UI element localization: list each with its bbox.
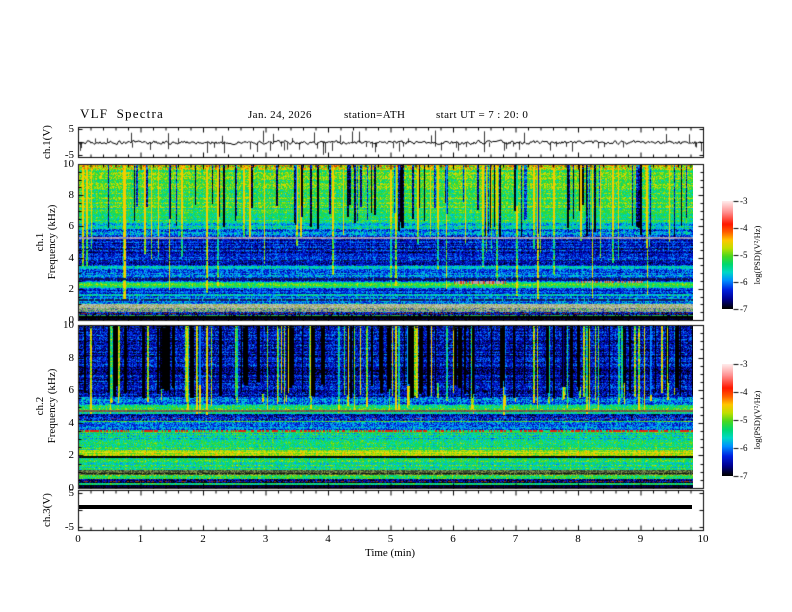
time-tick-label: 10 xyxy=(697,533,709,545)
ch1-freq-tick-label: 4 xyxy=(68,251,75,264)
vlf-spectra-figure: VLF Spectra Jan. 24, 2026 station=ATH st… xyxy=(0,0,792,612)
ch2-freq-tick-label: 2 xyxy=(68,449,75,462)
time-tick-label: 4 xyxy=(325,533,331,545)
colorbar2-tick-label: -7 xyxy=(740,471,748,481)
time-tick-label: 7 xyxy=(512,533,519,545)
ch2-freq-tick-label: 8 xyxy=(68,351,75,364)
colorbar2-tick-label: -6 xyxy=(740,443,748,453)
time-tick-label: 5 xyxy=(387,533,394,545)
ch3-volt-tick-label: 5 xyxy=(68,486,75,499)
colorbar1-tick-label: -7 xyxy=(740,304,748,314)
time-tick-label: 8 xyxy=(575,533,581,545)
colorbar1-tick-label: -5 xyxy=(740,250,748,260)
colorbar2-tick-label: -4 xyxy=(740,387,748,397)
time-tick-label: 1 xyxy=(137,533,144,545)
colorbar1-tick-label: -6 xyxy=(740,277,748,287)
time-tick-label: 9 xyxy=(637,533,644,545)
axes-ticks-overlay xyxy=(0,0,792,612)
colorbar2-tick-label: -5 xyxy=(740,415,748,425)
ch1-volt-tick-label: 5 xyxy=(68,123,75,136)
ch3-volt-tick-label: -5 xyxy=(64,521,74,534)
ch2-freq-tick-label: 4 xyxy=(68,416,75,429)
time-axis-title: Time (min) xyxy=(364,547,415,559)
colorbar1-tick-label: -3 xyxy=(740,196,748,206)
ch1-freq-tick-label: 6 xyxy=(68,220,75,233)
ch1-freq-tick-label: 10 xyxy=(63,158,74,170)
ch1-freq-tick-label: 2 xyxy=(68,282,75,295)
time-tick-label: 2 xyxy=(200,533,206,545)
colorbar1-tick-label: -4 xyxy=(740,223,748,233)
ch2-freq-tick-label: 6 xyxy=(68,384,75,397)
ch2-freq-tick-label: 10 xyxy=(63,319,74,331)
time-tick-label: 0 xyxy=(75,533,81,545)
time-tick-label: 6 xyxy=(450,533,456,545)
time-tick-label: 3 xyxy=(262,533,269,545)
colorbar2-tick-label: -3 xyxy=(740,359,748,369)
ch1-freq-tick-label: 8 xyxy=(68,189,75,202)
